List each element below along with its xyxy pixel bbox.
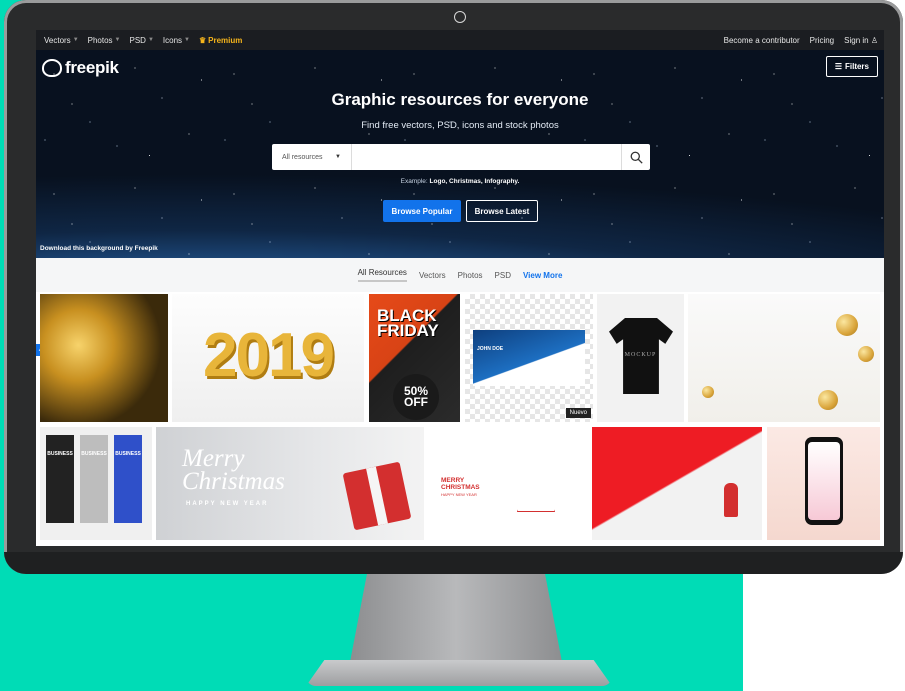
merry-line2: Christmas bbox=[182, 468, 285, 495]
merry-christmas-gift-thumbnail[interactable]: Merry Christmas HAPPY NEW YEAR bbox=[156, 427, 424, 540]
freepik-logo-icon bbox=[42, 59, 62, 77]
resource-type-label: All resources bbox=[282, 153, 323, 161]
banner-dark: BUSINESS bbox=[46, 435, 74, 523]
discount-off: OFF bbox=[404, 395, 428, 409]
banner-light: BUSINESS bbox=[80, 435, 108, 523]
top-navigation: Vectors ▼ Photos ▼ PSD ▼ Icons ▼ ♛ Premium Be… bbox=[36, 30, 884, 50]
nav-icons[interactable]: Icons ▼ bbox=[163, 36, 190, 45]
tree-outline bbox=[517, 463, 555, 512]
nav-premium-label: Premium bbox=[208, 35, 243, 45]
browser-screen: Vectors ▼ Photos ▼ PSD ▼ Icons ▼ ♛ Premium Be… bbox=[36, 30, 884, 546]
nav-vectors[interactable]: Vectors ▼ bbox=[44, 36, 79, 45]
happy-new-year-text: HAPPY NEW YEAR bbox=[186, 501, 269, 507]
monitor-stand-base bbox=[306, 660, 612, 686]
nav-psd-label: PSD bbox=[129, 35, 146, 45]
chevron-down-icon: ▼ bbox=[147, 37, 154, 43]
nav-photos[interactable]: Photos ▼ bbox=[88, 36, 121, 45]
monitor-chin bbox=[4, 552, 903, 574]
sign-in-link[interactable]: Sign in ♙ bbox=[844, 36, 878, 45]
search-icon bbox=[630, 151, 643, 164]
ornament-ball bbox=[858, 346, 874, 362]
search-input[interactable] bbox=[352, 144, 621, 170]
hero-title: Graphic resources for everyone bbox=[331, 90, 589, 109]
chevron-down-icon: ▼ bbox=[184, 37, 190, 43]
black-friday-text: BLACK FRIDAY bbox=[377, 307, 439, 340]
tshirt-mockup-thumbnail[interactable]: MOCKUP bbox=[597, 294, 684, 422]
banner-text: BUSINESS bbox=[47, 451, 73, 457]
phone-mockup-thumbnail[interactable] bbox=[767, 427, 880, 540]
browse-popular-button[interactable]: Browse Popular bbox=[383, 200, 461, 222]
caret-down-icon: ▼ bbox=[335, 154, 341, 160]
sliders-icon: ☰ bbox=[834, 62, 842, 71]
search-bar: All resources ▼ bbox=[272, 144, 650, 170]
mc-line2: CHRISTMAS bbox=[441, 484, 480, 491]
mc-line3: HAPPY NEW YEAR bbox=[441, 492, 477, 497]
hero-subtitle: Find free vectors, PSD, icons and stock … bbox=[361, 120, 559, 131]
user-icon: ♙ bbox=[870, 35, 878, 45]
banner-text: BUSINESS bbox=[81, 451, 107, 457]
santa-figure bbox=[724, 483, 738, 517]
tab-view-more[interactable]: View More bbox=[523, 271, 562, 280]
hero-banner: freepik ☰ Filters Graphic resources for … bbox=[36, 50, 884, 258]
gold-bokeh-thumbnail[interactable] bbox=[40, 294, 168, 422]
merry-line1: Merry bbox=[182, 445, 245, 472]
pricing-link[interactable]: Pricing bbox=[810, 36, 834, 45]
facebook-cover-thumbnail[interactable]: JOHN DOE Nuevo bbox=[465, 294, 593, 422]
filters-label: Filters bbox=[844, 62, 869, 71]
black-friday-line2: FRIDAY bbox=[377, 321, 439, 340]
resource-tabs: All Resources Vectors Photos PSD View Mo… bbox=[36, 258, 884, 292]
resource-type-select[interactable]: All resources ▼ bbox=[272, 144, 352, 170]
discount-badge: 50% OFF bbox=[393, 374, 439, 420]
ornament-ball bbox=[836, 314, 858, 336]
become-contributor-link[interactable]: Become a contributor bbox=[724, 36, 800, 45]
cover-name: JOHN DOE bbox=[477, 346, 504, 352]
browse-latest-button[interactable]: Browse Latest bbox=[466, 200, 538, 222]
gold-2019-balloons-thumbnail[interactable]: 2019 bbox=[172, 294, 364, 422]
tab-vectors[interactable]: Vectors bbox=[419, 271, 446, 280]
webcam-icon bbox=[454, 11, 466, 23]
banner-text: BUSINESS bbox=[115, 451, 141, 457]
balloon-text: 2019 bbox=[203, 321, 335, 390]
background-credit-link[interactable]: Download this background by Freepik bbox=[40, 245, 158, 252]
tab-all-resources[interactable]: All Resources bbox=[357, 268, 407, 282]
christmas-ornaments-thumbnail[interactable] bbox=[688, 294, 880, 422]
business-banners-thumbnail[interactable]: BUSINESS BUSINESS BUSINESS bbox=[40, 427, 152, 540]
nav-premium[interactable]: ♛ Premium bbox=[199, 36, 242, 45]
ornament-ball bbox=[818, 390, 838, 410]
logo-text: freepik bbox=[65, 58, 119, 77]
freepik-logo[interactable]: freepik bbox=[42, 58, 119, 78]
santa-red-background-thumbnail[interactable] bbox=[592, 427, 762, 540]
black-friday-thumbnail[interactable]: BLACK FRIDAY 50% OFF bbox=[369, 294, 460, 422]
mc-line1: MERRY bbox=[441, 477, 465, 484]
filters-button[interactable]: ☰ Filters bbox=[825, 56, 878, 77]
ornament-ball bbox=[702, 386, 714, 398]
tab-psd[interactable]: PSD bbox=[495, 271, 511, 280]
new-badge: Nuevo bbox=[565, 408, 591, 418]
merry-christmas-script: Merry Christmas bbox=[182, 445, 285, 495]
nav-vectors-label: Vectors bbox=[44, 35, 71, 45]
search-button[interactable] bbox=[621, 144, 650, 170]
chevron-down-icon: ▼ bbox=[72, 37, 79, 43]
mockup-text: MOCKUP bbox=[624, 352, 657, 358]
monitor-stand-neck bbox=[350, 574, 562, 662]
nav-photos-label: Photos bbox=[87, 35, 113, 45]
search-example: Example: Logo, Christmas, Infography. bbox=[36, 178, 884, 185]
gift-box bbox=[342, 461, 412, 531]
christmas-tree-line-thumbnail[interactable]: MERRY CHRISTMAS HAPPY NEW YEAR bbox=[429, 427, 587, 540]
example-terms[interactable]: Logo, Christmas, Infography. bbox=[430, 178, 520, 185]
chevron-down-icon: ▼ bbox=[114, 37, 121, 43]
example-label: Example: bbox=[400, 178, 428, 185]
cover-card bbox=[473, 330, 585, 386]
banner-blue: BUSINESS bbox=[114, 435, 142, 523]
merry-christmas-text: MERRY CHRISTMAS HAPPY NEW YEAR bbox=[441, 477, 480, 498]
nav-icons-label: Icons bbox=[162, 35, 183, 45]
crown-icon: ♛ bbox=[198, 35, 207, 45]
tab-photos[interactable]: Photos bbox=[458, 271, 483, 280]
sign-in-label: Sign in bbox=[844, 35, 869, 45]
phone-shape bbox=[805, 437, 843, 525]
nav-psd[interactable]: PSD ▼ bbox=[130, 36, 154, 45]
